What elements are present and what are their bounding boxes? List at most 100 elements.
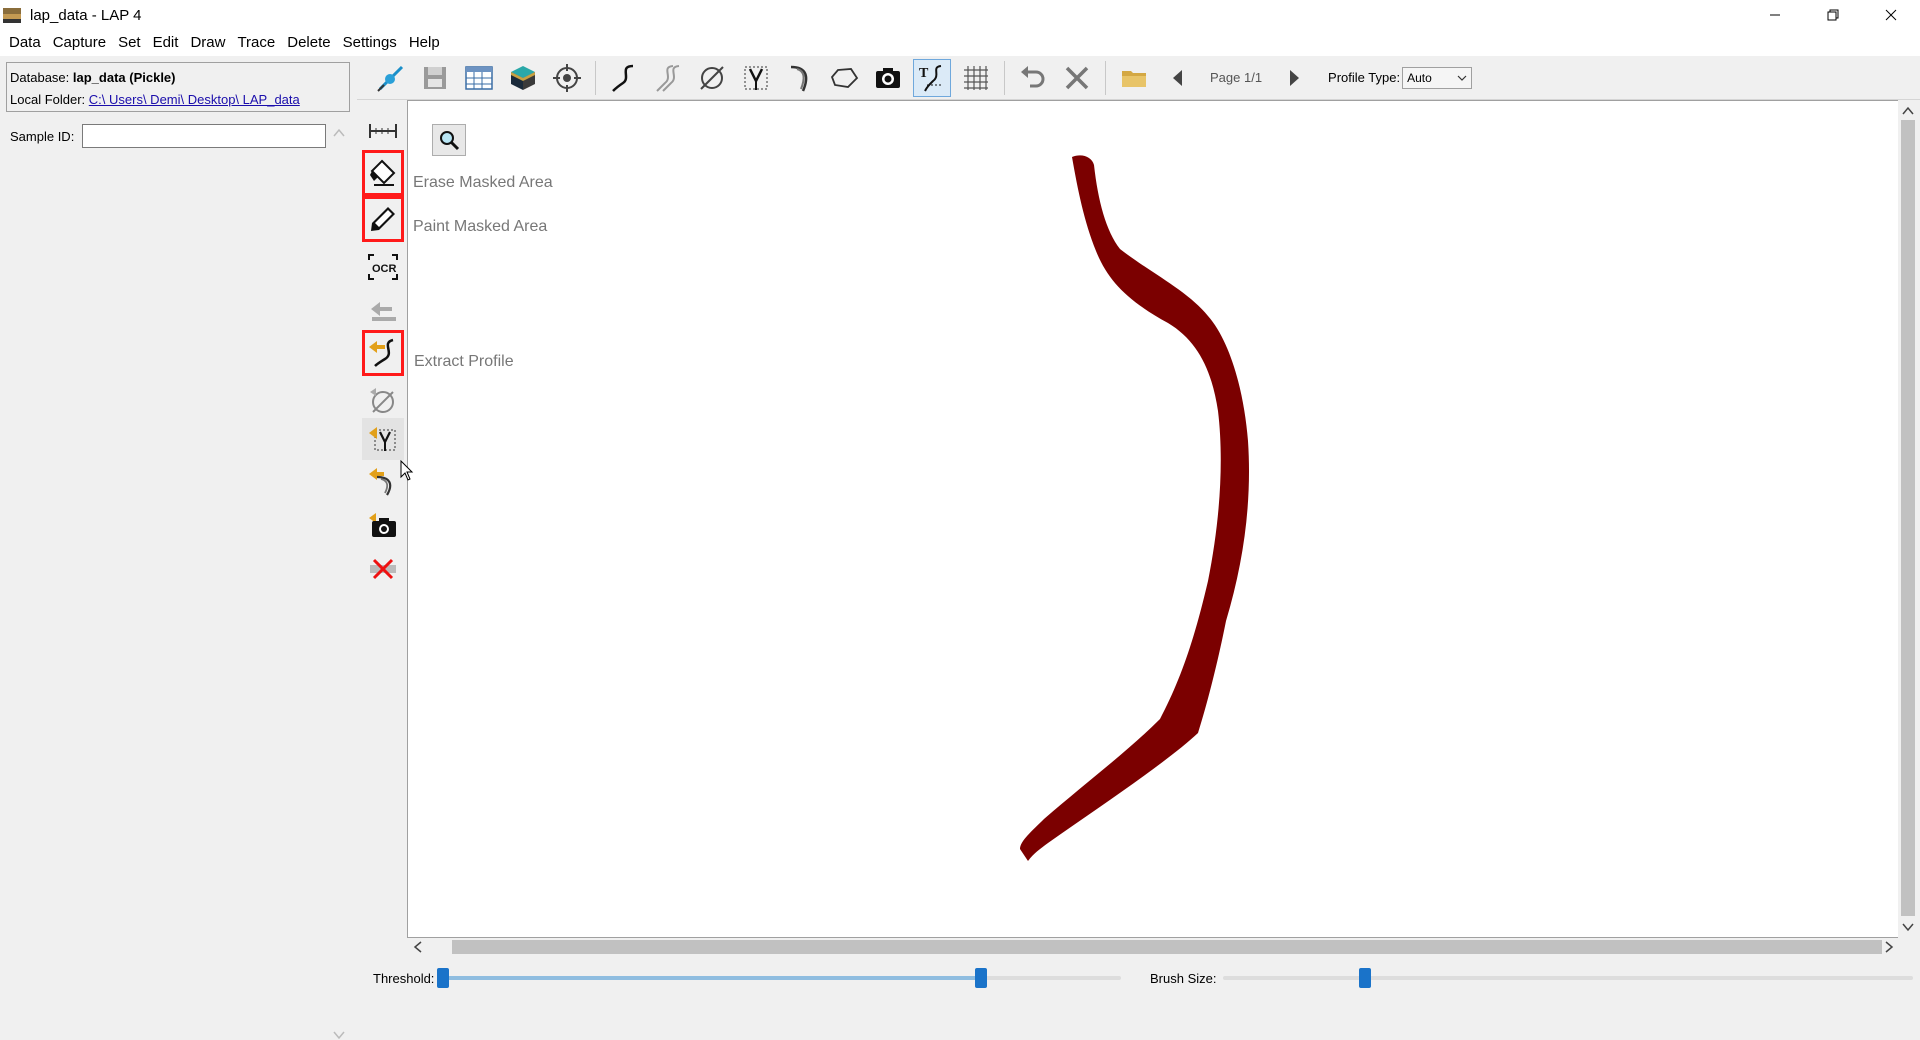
ruler-icon xyxy=(369,124,397,138)
menu-capture[interactable]: Capture xyxy=(47,30,112,56)
restore-icon xyxy=(1827,9,1839,21)
text-profile-button[interactable]: T xyxy=(913,58,951,97)
chevron-down-icon xyxy=(1457,75,1467,81)
target-button[interactable] xyxy=(548,59,586,97)
eraser-icon xyxy=(370,159,396,186)
brush-size-slider[interactable] xyxy=(1223,968,1913,988)
brush-size-label: Brush Size: xyxy=(1150,970,1217,986)
scale-button[interactable] xyxy=(362,116,404,146)
minimize-button[interactable] xyxy=(1746,0,1804,30)
brush-size-track xyxy=(1223,976,1913,980)
extract-profile-button[interactable] xyxy=(362,330,404,376)
folder-link[interactable]: C:\ Users\ Demi\ Desktop\ LAP_data xyxy=(89,92,300,107)
restore-button[interactable] xyxy=(1804,0,1862,30)
horizontal-scroll-thumb[interactable] xyxy=(452,940,1882,954)
folder-label: Local Folder: xyxy=(10,92,86,107)
menu-bar: Data Capture Set Edit Draw Trace Delete … xyxy=(0,30,1920,56)
connect-button[interactable] xyxy=(372,59,410,97)
table-button[interactable] xyxy=(460,59,498,97)
magnifier-icon xyxy=(440,131,460,151)
rim-select-button[interactable] xyxy=(737,59,775,97)
s-curve-icon xyxy=(612,64,634,92)
next-page-button[interactable] xyxy=(1275,59,1313,97)
zoom-button[interactable] xyxy=(432,124,466,156)
mouse-cursor-icon xyxy=(400,460,414,481)
extract-rim-button[interactable] xyxy=(362,460,404,502)
camera-icon xyxy=(876,67,900,88)
diameter-button[interactable] xyxy=(693,59,731,97)
menu-set[interactable]: Set xyxy=(112,30,147,56)
toolbar-separator xyxy=(1004,60,1005,95)
rim-button[interactable] xyxy=(781,59,819,97)
threshold-slider[interactable] xyxy=(437,968,1121,988)
delete-extracted-button[interactable] xyxy=(362,548,404,590)
erase-masked-area-tooltip: Erase Masked Area xyxy=(413,174,553,191)
brush-size-handle[interactable] xyxy=(1358,968,1371,988)
ocr-icon: OCR xyxy=(368,254,398,280)
left-panel: Database: lap_data (Pickle) Local Folder… xyxy=(0,56,357,1040)
erase-masked-area-button[interactable] xyxy=(362,150,404,196)
scroll-up-icon xyxy=(333,128,345,137)
image-canvas[interactable]: Erase Masked Area Paint Masked Area Extr… xyxy=(407,100,1900,938)
threshold-range xyxy=(443,976,981,980)
cancel-button[interactable] xyxy=(1058,59,1096,97)
database-value: lap_data (Pickle) xyxy=(72,70,176,85)
previous-page-button[interactable] xyxy=(1159,59,1197,97)
camera-button[interactable] xyxy=(869,59,907,97)
menu-trace[interactable]: Trace xyxy=(231,30,281,56)
save-button[interactable] xyxy=(416,59,454,97)
x-icon xyxy=(1065,66,1089,89)
threshold-low-handle[interactable] xyxy=(437,968,449,988)
app-icon xyxy=(3,8,21,23)
extract-inactive-button[interactable] xyxy=(362,290,404,332)
profile-type-value: Auto xyxy=(1407,70,1432,85)
database-info: Database: lap_data (Pickle) Local Folder… xyxy=(6,62,350,112)
pottery-profile-drawing[interactable] xyxy=(408,101,1901,939)
vertical-scroll-thumb[interactable] xyxy=(1901,120,1915,916)
menu-delete[interactable]: Delete xyxy=(281,30,336,56)
scroll-down-icon[interactable] xyxy=(1898,918,1918,936)
sample-id-label: Sample ID: xyxy=(10,128,75,144)
scroll-right-icon[interactable] xyxy=(1880,938,1898,956)
svg-text:T: T xyxy=(919,66,929,81)
undo-icon xyxy=(1021,65,1045,87)
menu-help[interactable]: Help xyxy=(403,30,446,56)
extract-profile-tooltip: Extract Profile xyxy=(414,353,514,370)
close-button[interactable] xyxy=(1862,0,1920,30)
extract-capture-button[interactable] xyxy=(362,504,404,546)
title-bar: lap_data - LAP 4 xyxy=(0,0,1920,30)
extract-rim-select-button[interactable] xyxy=(362,418,404,460)
threshold-high-handle[interactable] xyxy=(974,968,987,988)
menu-data[interactable]: Data xyxy=(3,30,47,56)
sample-id-row: Sample ID: xyxy=(10,124,327,148)
rim-icon xyxy=(790,65,808,91)
sample-id-input[interactable] xyxy=(82,124,327,148)
draw-profile-button[interactable] xyxy=(605,59,643,97)
scroll-left-icon[interactable] xyxy=(409,938,427,956)
grid-icon xyxy=(964,65,988,90)
crosshair-icon xyxy=(553,63,581,92)
ocr-button[interactable]: OCR xyxy=(362,246,404,288)
scroll-up-icon[interactable] xyxy=(1898,102,1918,120)
undo-button[interactable] xyxy=(1014,59,1052,97)
arrow-extract-icon xyxy=(371,302,396,321)
canvas-vertical-scrollbar[interactable] xyxy=(1898,100,1918,938)
polygon-button[interactable] xyxy=(825,59,863,97)
arrow-right-icon xyxy=(1290,69,1300,86)
menu-edit[interactable]: Edit xyxy=(147,30,185,56)
side-toolbar: OCR xyxy=(362,112,406,600)
menu-settings[interactable]: Settings xyxy=(337,30,403,56)
grid-button[interactable] xyxy=(957,59,995,97)
extract-diameter-button[interactable] xyxy=(362,380,404,422)
smooth-profile-button[interactable] xyxy=(649,59,687,97)
window-title: lap_data - LAP 4 xyxy=(30,6,142,24)
menu-draw[interactable]: Draw xyxy=(184,30,231,56)
open-folder-button[interactable] xyxy=(1115,59,1153,97)
paint-masked-area-button[interactable] xyxy=(362,196,404,242)
left-scrollbar[interactable] xyxy=(330,120,348,1040)
3d-view-button[interactable] xyxy=(504,59,542,97)
canvas-horizontal-scrollbar[interactable] xyxy=(407,938,1900,956)
profile-type-select[interactable]: Auto xyxy=(1402,66,1473,89)
table-icon xyxy=(465,65,493,90)
double-curve-icon xyxy=(656,64,680,92)
